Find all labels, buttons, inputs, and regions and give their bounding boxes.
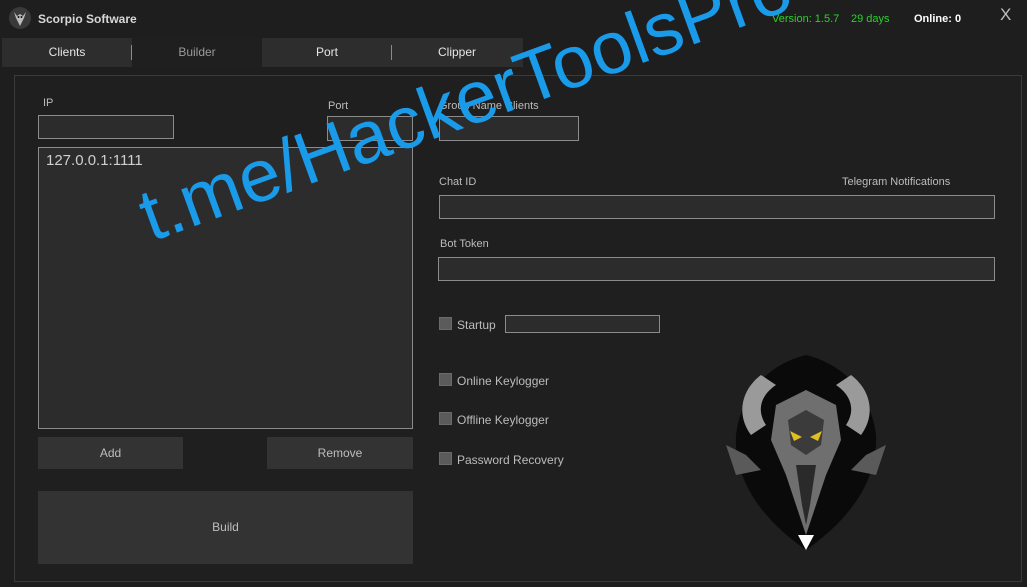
online-keylogger-checkbox[interactable] [439,373,452,386]
group-name-input[interactable] [440,117,578,140]
offline-keylogger-label: Offline Keylogger [457,413,549,427]
days-remaining-label: 29 days [851,13,890,25]
bot-token-input[interactable] [439,258,994,280]
chat-id-input[interactable] [440,196,994,218]
version-label: Version: 1.5.7 [772,13,840,25]
tab-port[interactable]: Port [262,38,392,67]
tab-clipper[interactable]: Clipper [392,38,522,67]
bot-token-field[interactable] [438,257,995,281]
list-item[interactable]: 127.0.0.1:1111 [46,152,405,169]
app-title: Scorpio Software [38,12,137,26]
close-button[interactable]: X [1000,5,1011,25]
port-input[interactable] [328,117,412,140]
scorpion-logo-icon [9,7,31,29]
online-count-label: Online: 0 [914,13,962,25]
startup-input[interactable] [506,317,659,333]
bot-token-label: Bot Token [440,238,489,250]
online-keylogger-label: Online Keylogger [457,374,550,388]
port-field[interactable] [327,116,413,141]
build-button[interactable]: Build [38,491,413,564]
password-recovery-checkbox[interactable] [439,452,452,465]
scorpion-emblem-icon [726,355,886,550]
group-name-field[interactable] [439,116,579,141]
tab-clients[interactable]: Clients [2,38,132,67]
port-label: Port [328,100,349,112]
tab-builder[interactable]: Builder [132,38,262,67]
startup-checkbox[interactable] [439,317,452,330]
add-button[interactable]: Add [38,437,183,469]
group-name-label: Group Name Clients [439,100,539,112]
tab-bar: Clients Builder Port Clipper [2,38,523,67]
startup-label: Startup [457,318,496,332]
chat-id-label: Chat ID [439,176,477,188]
host-list[interactable]: 127.0.0.1:1111 [38,147,413,429]
ip-label: IP [43,97,54,109]
startup-field[interactable] [505,315,660,333]
remove-button[interactable]: Remove [267,437,413,469]
telegram-notifications-label: Telegram Notifications [842,176,951,188]
chat-id-field[interactable] [439,195,995,219]
offline-keylogger-checkbox[interactable] [439,412,452,425]
ip-field[interactable] [38,115,174,139]
ip-input[interactable] [39,116,173,138]
password-recovery-label: Password Recovery [457,453,564,467]
